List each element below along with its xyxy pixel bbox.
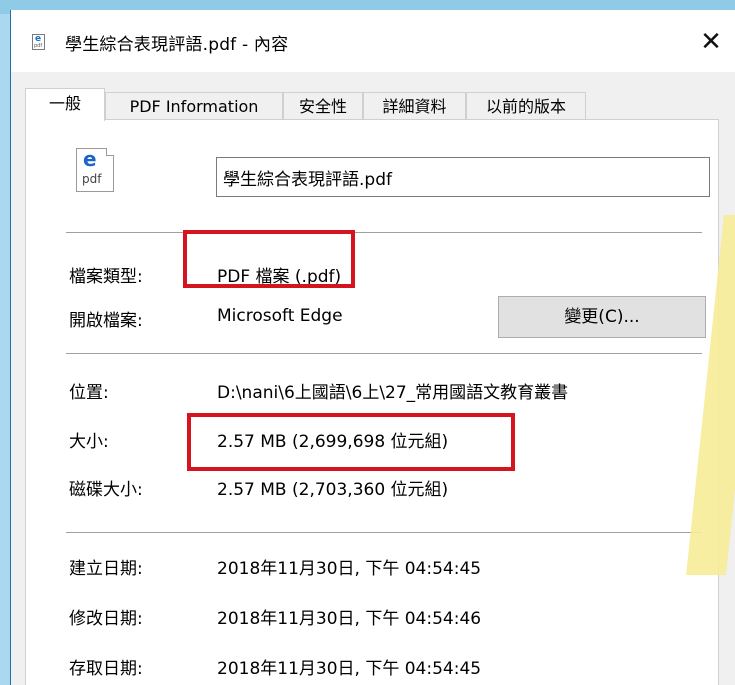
window-title: 學生綜合表現評語.pdf - 內容 [65, 35, 289, 55]
title-bar: e pdf 學生綜合表現評語.pdf - 內容 ✕ [11, 10, 735, 72]
tab-security[interactable]: 安全性 [283, 92, 363, 120]
separator [66, 532, 702, 533]
modified-label: 修改日期: [69, 609, 143, 629]
icon-letter-large: e [83, 147, 97, 171]
general-panel: e pdf 檔案類型: PDF 檔案 (.pdf) 開啟檔案: Microsof… [25, 119, 719, 685]
separator [66, 353, 702, 354]
created-value: 2018年11月30日, 下午 04:54:45 [217, 559, 482, 579]
modified-value: 2018年11月30日, 下午 04:54:46 [217, 609, 482, 629]
icon-ext: pdf [34, 43, 43, 49]
location-value: D:\nani\6上國語\6上\27_常用國語文教育叢書 [217, 383, 569, 403]
properties-dialog: e pdf 學生綜合表現評語.pdf - 內容 ✕ 一般 PDF Informa… [10, 10, 735, 685]
file-name-field[interactable] [216, 157, 710, 197]
created-label: 建立日期: [69, 559, 143, 579]
disk-size-label: 磁碟大小: [69, 480, 143, 500]
accessed-value: 2018年11月30日, 下午 04:54:45 [217, 659, 482, 679]
icon-ext-large: pdf [82, 172, 102, 186]
close-icon[interactable]: ✕ [689, 20, 733, 64]
change-button[interactable]: 變更(C)... [498, 296, 706, 338]
dialog-client: 一般 PDF Information 安全性 詳細資料 以前的版本 e pdf … [11, 72, 735, 685]
size-label: 大小: [69, 432, 109, 452]
opens-with-value: Microsoft Edge [217, 306, 343, 326]
separator [66, 232, 702, 233]
tab-details[interactable]: 詳細資料 [363, 92, 466, 120]
size-highlight [187, 413, 515, 471]
file-type-highlight [183, 230, 355, 288]
page-fold [106, 148, 114, 156]
tab-previous-versions[interactable]: 以前的版本 [466, 92, 586, 120]
pdf-document-icon: e pdf [76, 147, 114, 192]
file-type-label: 檔案類型: [69, 267, 143, 287]
location-label: 位置: [69, 383, 109, 403]
tab-pdf-information[interactable]: PDF Information [105, 92, 283, 120]
tab-general[interactable]: 一般 [25, 88, 105, 121]
accessed-label: 存取日期: [69, 659, 143, 679]
disk-size-value: 2.57 MB (2,703,360 位元組) [217, 480, 449, 500]
pdf-file-icon: e pdf [32, 34, 45, 50]
opens-with-label: 開啟檔案: [69, 311, 143, 331]
